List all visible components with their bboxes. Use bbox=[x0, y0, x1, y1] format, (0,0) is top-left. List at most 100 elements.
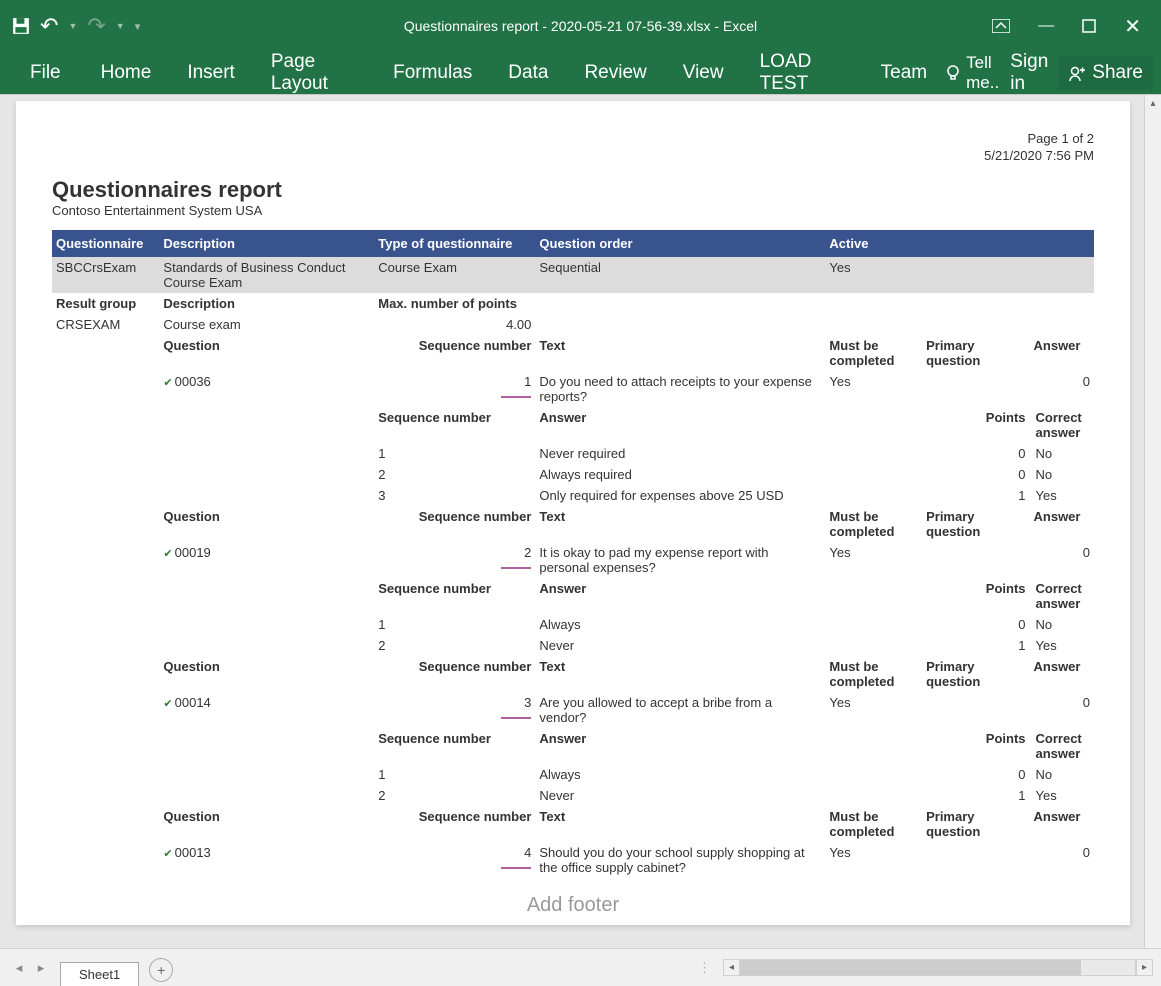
qn-id: SBCCrsExam bbox=[52, 257, 159, 293]
report-title: Questionnaires report bbox=[52, 177, 1094, 203]
a-text: Never bbox=[535, 785, 825, 806]
ribbon-display-icon[interactable] bbox=[992, 19, 1010, 33]
lbl-max-points: Max. number of points bbox=[374, 293, 1094, 314]
tab-team[interactable]: Team bbox=[863, 52, 945, 94]
hscroll-thumb[interactable] bbox=[741, 960, 1081, 975]
a-correct: No bbox=[1030, 764, 1094, 785]
hdr-active: Active bbox=[825, 230, 1094, 257]
share-icon bbox=[1068, 64, 1086, 82]
tab-review[interactable]: Review bbox=[566, 52, 664, 94]
vertical-scrollbar[interactable]: ▴ bbox=[1144, 95, 1161, 986]
answer-row: 3Only required for expenses above 25 USD… bbox=[52, 485, 1094, 506]
answer-row: 2Always required0No bbox=[52, 464, 1094, 485]
underline-icon bbox=[501, 717, 531, 719]
redo-dropdown-icon[interactable]: ▼ bbox=[116, 21, 125, 31]
lbl-correct: Correct answer bbox=[1030, 578, 1094, 614]
hdr-description: Description bbox=[159, 230, 374, 257]
qn-type: Course Exam bbox=[374, 257, 535, 293]
scroll-track[interactable] bbox=[1145, 112, 1161, 986]
undo-dropdown-icon[interactable]: ▼ bbox=[68, 21, 77, 31]
a-correct: Yes bbox=[1030, 485, 1094, 506]
add-footer-placeholder[interactable]: Add footer bbox=[52, 894, 1094, 917]
q-text: Do you need to attach receipts to your e… bbox=[535, 371, 825, 407]
hdr-order: Question order bbox=[535, 230, 825, 257]
page-datetime: 5/21/2020 7:56 PM bbox=[52, 148, 1094, 165]
hscroll-track[interactable] bbox=[740, 959, 1136, 976]
sheet-tab-active[interactable]: Sheet1 bbox=[60, 962, 139, 986]
a-seq: 2 bbox=[374, 464, 535, 485]
lbl-a-seq: Sequence number bbox=[374, 407, 535, 443]
qn-active: Yes bbox=[825, 257, 1094, 293]
question-header: QuestionSequence numberTextMust be compl… bbox=[52, 806, 1094, 842]
lbl-seq: Sequence number bbox=[374, 335, 535, 371]
lbl-must: Must be completed bbox=[825, 335, 922, 371]
lbl-primary: Primary question bbox=[922, 656, 1029, 692]
a-correct: Yes bbox=[1030, 785, 1094, 806]
answer-header: Sequence numberAnswerPointsCorrect answe… bbox=[52, 728, 1094, 764]
lbl-primary: Primary question bbox=[922, 806, 1029, 842]
qn-order: Sequential bbox=[535, 257, 825, 293]
lbl-question: Question bbox=[159, 656, 374, 692]
a-seq: 2 bbox=[374, 635, 535, 656]
sheet-nav-last-icon[interactable]: ▸ bbox=[32, 960, 50, 976]
file-tab[interactable]: File bbox=[8, 52, 83, 94]
a-text: Only required for expenses above 25 USD bbox=[535, 485, 825, 506]
tab-formulas[interactable]: Formulas bbox=[375, 52, 490, 94]
scroll-up-icon[interactable]: ▴ bbox=[1145, 95, 1161, 112]
a-points: 1 bbox=[825, 785, 1029, 806]
a-text: Always bbox=[535, 614, 825, 635]
report-subtitle: Contoso Entertainment System USA bbox=[52, 203, 1094, 218]
new-sheet-button[interactable]: + bbox=[149, 958, 173, 982]
q-id: ✔00013 bbox=[159, 842, 374, 878]
check-icon: ✔ bbox=[163, 847, 172, 860]
lbl-must: Must be completed bbox=[825, 806, 922, 842]
close-icon[interactable]: ✕ bbox=[1124, 14, 1141, 39]
quick-access-toolbar: ↶ ▼ ↷ ▼ ▾ bbox=[0, 13, 140, 39]
tell-me-search[interactable]: Tell me.. bbox=[945, 53, 1000, 93]
share-label: Share bbox=[1092, 62, 1143, 84]
q-answer-o: 0 bbox=[1030, 371, 1094, 407]
tab-insert[interactable]: Insert bbox=[169, 52, 253, 94]
lbl-question: Question bbox=[159, 806, 374, 842]
q-must: Yes bbox=[825, 842, 922, 878]
answer-row: 1Never required0No bbox=[52, 443, 1094, 464]
a-text: Never required bbox=[535, 443, 825, 464]
undo-icon[interactable]: ↶ bbox=[40, 13, 58, 39]
check-icon: ✔ bbox=[163, 547, 172, 560]
share-button[interactable]: Share bbox=[1058, 56, 1153, 90]
splitter-grip-icon[interactable]: ⋮ bbox=[698, 960, 715, 976]
tab-home[interactable]: Home bbox=[83, 52, 170, 94]
hscroll-left-icon[interactable]: ◂ bbox=[723, 959, 740, 976]
a-points: 1 bbox=[825, 635, 1029, 656]
a-points: 1 bbox=[825, 485, 1029, 506]
qat-customize-icon[interactable]: ▾ bbox=[135, 20, 141, 33]
a-seq: 1 bbox=[374, 443, 535, 464]
q-must: Yes bbox=[825, 371, 922, 407]
answer-row: 2Never1Yes bbox=[52, 785, 1094, 806]
maximize-icon[interactable] bbox=[1082, 19, 1096, 33]
lbl-primary: Primary question bbox=[922, 335, 1029, 371]
result-group-header: Result group Description Max. number of … bbox=[52, 293, 1094, 314]
tab-view[interactable]: View bbox=[665, 52, 742, 94]
save-icon[interactable] bbox=[12, 17, 30, 35]
lbl-question: Question bbox=[159, 335, 374, 371]
lbl-a-seq: Sequence number bbox=[374, 578, 535, 614]
rg-id: CRSEXAM bbox=[52, 314, 159, 335]
lbl-seq: Sequence number bbox=[374, 506, 535, 542]
a-text: Always bbox=[535, 764, 825, 785]
question-header: QuestionSequence numberTextMust be compl… bbox=[52, 335, 1094, 371]
tab-data[interactable]: Data bbox=[490, 52, 566, 94]
lbl-text: Text bbox=[535, 506, 825, 542]
minimize-icon[interactable]: — bbox=[1038, 17, 1054, 35]
hscroll-right-icon[interactable]: ▸ bbox=[1136, 959, 1153, 976]
sign-in-button[interactable]: Sign in bbox=[1010, 51, 1048, 95]
lbl-a-answer: Answer bbox=[535, 578, 825, 614]
report-table: Questionnaire Description Type of questi… bbox=[52, 230, 1094, 878]
q-id: ✔00014 bbox=[159, 692, 374, 728]
horizontal-scrollbar[interactable]: ◂ ▸ bbox=[723, 959, 1153, 976]
titlebar: ↶ ▼ ↷ ▼ ▾ Questionnaires report - 2020-0… bbox=[0, 0, 1161, 52]
q-id: ✔00019 bbox=[159, 542, 374, 578]
q-answer-o: 0 bbox=[1030, 692, 1094, 728]
question-row: ✔000192It is okay to pad my expense repo… bbox=[52, 542, 1094, 578]
sheet-nav-first-icon[interactable]: ◂ bbox=[10, 960, 28, 976]
